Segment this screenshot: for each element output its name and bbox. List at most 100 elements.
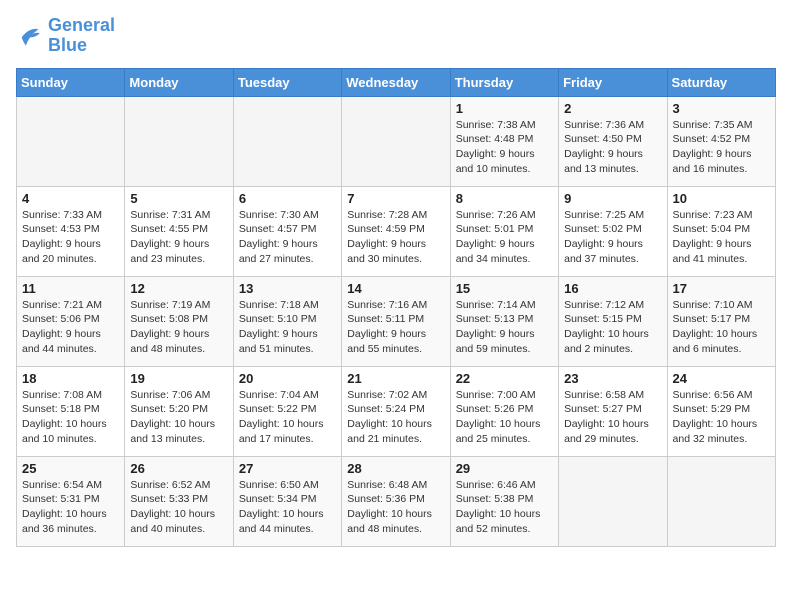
day-number: 18 <box>22 371 119 386</box>
calendar-cell: 10 Sunrise: 7:23 AMSunset: 5:04 PMDayligh… <box>667 186 775 276</box>
calendar-cell: 4 Sunrise: 7:33 AMSunset: 4:53 PMDaylight… <box>17 186 125 276</box>
day-info: Sunrise: 7:31 AMSunset: 4:55 PMDaylight:… <box>130 208 227 267</box>
weekday-header-tuesday: Tuesday <box>233 68 341 96</box>
day-number: 29 <box>456 461 553 476</box>
day-info: Sunrise: 7:10 AMSunset: 5:17 PMDaylight:… <box>673 298 770 357</box>
day-info: Sunrise: 6:46 AMSunset: 5:38 PMDaylight:… <box>456 478 553 537</box>
day-info: Sunrise: 7:33 AMSunset: 4:53 PMDaylight:… <box>22 208 119 267</box>
day-info: Sunrise: 7:06 AMSunset: 5:20 PMDaylight:… <box>130 388 227 447</box>
day-info: Sunrise: 7:25 AMSunset: 5:02 PMDaylight:… <box>564 208 661 267</box>
day-number: 25 <box>22 461 119 476</box>
calendar-cell <box>17 96 125 186</box>
weekday-header-saturday: Saturday <box>667 68 775 96</box>
week-row-4: 18 Sunrise: 7:08 AMSunset: 5:18 PMDayligh… <box>17 366 776 456</box>
day-number: 6 <box>239 191 336 206</box>
day-info: Sunrise: 7:38 AMSunset: 4:48 PMDaylight:… <box>456 118 553 177</box>
day-number: 21 <box>347 371 444 386</box>
day-number: 17 <box>673 281 770 296</box>
calendar-body: 1Sunrise: 7:38 AMSunset: 4:48 PMDaylight… <box>17 96 776 546</box>
day-number: 5 <box>130 191 227 206</box>
day-info: Sunrise: 6:56 AMSunset: 5:29 PMDaylight:… <box>673 388 770 447</box>
day-info: Sunrise: 7:12 AMSunset: 5:15 PMDaylight:… <box>564 298 661 357</box>
calendar-cell: 15 Sunrise: 7:14 AMSunset: 5:13 PMDayligh… <box>450 276 558 366</box>
calendar-cell: 19 Sunrise: 7:06 AMSunset: 5:20 PMDayligh… <box>125 366 233 456</box>
day-info: Sunrise: 7:23 AMSunset: 5:04 PMDaylight:… <box>673 208 770 267</box>
day-info: Sunrise: 7:19 AMSunset: 5:08 PMDaylight:… <box>130 298 227 357</box>
calendar-cell <box>667 456 775 546</box>
day-number: 27 <box>239 461 336 476</box>
calendar-cell <box>559 456 667 546</box>
calendar-cell: 14 Sunrise: 7:16 AMSunset: 5:11 PMDayligh… <box>342 276 450 366</box>
calendar-cell: 16 Sunrise: 7:12 AMSunset: 5:15 PMDayligh… <box>559 276 667 366</box>
calendar-table: SundayMondayTuesdayWednesdayThursdayFrid… <box>16 68 776 547</box>
day-number: 2 <box>564 101 661 116</box>
weekday-header-row: SundayMondayTuesdayWednesdayThursdayFrid… <box>17 68 776 96</box>
day-number: 3 <box>673 101 770 116</box>
calendar-cell: 8Sunrise: 7:26 AMSunset: 5:01 PMDaylight… <box>450 186 558 276</box>
day-number: 22 <box>456 371 553 386</box>
day-number: 11 <box>22 281 119 296</box>
calendar-header: SundayMondayTuesdayWednesdayThursdayFrid… <box>17 68 776 96</box>
day-info: Sunrise: 6:50 AMSunset: 5:34 PMDaylight:… <box>239 478 336 537</box>
weekday-header-wednesday: Wednesday <box>342 68 450 96</box>
day-info: Sunrise: 7:36 AMSunset: 4:50 PMDaylight:… <box>564 118 661 177</box>
calendar-cell: 7 Sunrise: 7:28 AMSunset: 4:59 PMDaylight… <box>342 186 450 276</box>
calendar-cell <box>342 96 450 186</box>
calendar-cell: 20 Sunrise: 7:04 AMSunset: 5:22 PMDayligh… <box>233 366 341 456</box>
day-info: Sunrise: 6:52 AMSunset: 5:33 PMDaylight:… <box>130 478 227 537</box>
calendar-cell: 23 Sunrise: 6:58 AMSunset: 5:27 PMDayligh… <box>559 366 667 456</box>
calendar-cell: 12 Sunrise: 7:19 AMSunset: 5:08 PMDayligh… <box>125 276 233 366</box>
calendar-cell: 5 Sunrise: 7:31 AMSunset: 4:55 PMDaylight… <box>125 186 233 276</box>
day-number: 16 <box>564 281 661 296</box>
calendar-cell: 3Sunrise: 7:35 AMSunset: 4:52 PMDaylight… <box>667 96 775 186</box>
day-number: 9 <box>564 191 661 206</box>
day-number: 26 <box>130 461 227 476</box>
calendar-cell <box>233 96 341 186</box>
week-row-2: 4 Sunrise: 7:33 AMSunset: 4:53 PMDaylight… <box>17 186 776 276</box>
calendar-cell: 18 Sunrise: 7:08 AMSunset: 5:18 PMDayligh… <box>17 366 125 456</box>
weekday-header-thursday: Thursday <box>450 68 558 96</box>
day-info: Sunrise: 7:18 AMSunset: 5:10 PMDaylight:… <box>239 298 336 357</box>
week-row-5: 25 Sunrise: 6:54 AMSunset: 5:31 PMDayligh… <box>17 456 776 546</box>
week-row-1: 1Sunrise: 7:38 AMSunset: 4:48 PMDaylight… <box>17 96 776 186</box>
day-info: Sunrise: 6:54 AMSunset: 5:31 PMDaylight:… <box>22 478 119 537</box>
calendar-cell: 28 Sunrise: 6:48 AMSunset: 5:36 PMDayligh… <box>342 456 450 546</box>
day-number: 28 <box>347 461 444 476</box>
weekday-header-monday: Monday <box>125 68 233 96</box>
calendar-cell: 22Sunrise: 7:00 AMSunset: 5:26 PMDayligh… <box>450 366 558 456</box>
day-number: 13 <box>239 281 336 296</box>
day-info: Sunrise: 7:02 AMSunset: 5:24 PMDaylight:… <box>347 388 444 447</box>
day-info: Sunrise: 7:04 AMSunset: 5:22 PMDaylight:… <box>239 388 336 447</box>
logo: General Blue <box>16 16 115 56</box>
day-info: Sunrise: 7:28 AMSunset: 4:59 PMDaylight:… <box>347 208 444 267</box>
logo-text: General Blue <box>48 16 115 56</box>
calendar-cell: 2 Sunrise: 7:36 AMSunset: 4:50 PMDaylight… <box>559 96 667 186</box>
day-info: Sunrise: 7:16 AMSunset: 5:11 PMDaylight:… <box>347 298 444 357</box>
day-info: Sunrise: 7:26 AMSunset: 5:01 PMDaylight:… <box>456 208 553 267</box>
calendar-cell <box>125 96 233 186</box>
day-number: 4 <box>22 191 119 206</box>
day-number: 10 <box>673 191 770 206</box>
day-info: Sunrise: 7:08 AMSunset: 5:18 PMDaylight:… <box>22 388 119 447</box>
day-number: 7 <box>347 191 444 206</box>
day-number: 15 <box>456 281 553 296</box>
calendar-cell: 6 Sunrise: 7:30 AMSunset: 4:57 PMDaylight… <box>233 186 341 276</box>
day-number: 24 <box>673 371 770 386</box>
calendar-cell: 29 Sunrise: 6:46 AMSunset: 5:38 PMDayligh… <box>450 456 558 546</box>
calendar-cell: 27 Sunrise: 6:50 AMSunset: 5:34 PMDayligh… <box>233 456 341 546</box>
logo-icon <box>16 22 44 50</box>
day-number: 12 <box>130 281 227 296</box>
calendar-cell: 13 Sunrise: 7:18 AMSunset: 5:10 PMDayligh… <box>233 276 341 366</box>
day-info: Sunrise: 6:58 AMSunset: 5:27 PMDaylight:… <box>564 388 661 447</box>
day-number: 23 <box>564 371 661 386</box>
day-number: 20 <box>239 371 336 386</box>
weekday-header-friday: Friday <box>559 68 667 96</box>
day-info: Sunrise: 7:14 AMSunset: 5:13 PMDaylight:… <box>456 298 553 357</box>
day-number: 19 <box>130 371 227 386</box>
day-info: Sunrise: 6:48 AMSunset: 5:36 PMDaylight:… <box>347 478 444 537</box>
calendar-cell: 17 Sunrise: 7:10 AMSunset: 5:17 PMDayligh… <box>667 276 775 366</box>
day-info: Sunrise: 7:21 AMSunset: 5:06 PMDaylight:… <box>22 298 119 357</box>
calendar-cell: 25 Sunrise: 6:54 AMSunset: 5:31 PMDayligh… <box>17 456 125 546</box>
day-number: 14 <box>347 281 444 296</box>
day-info: Sunrise: 7:30 AMSunset: 4:57 PMDaylight:… <box>239 208 336 267</box>
